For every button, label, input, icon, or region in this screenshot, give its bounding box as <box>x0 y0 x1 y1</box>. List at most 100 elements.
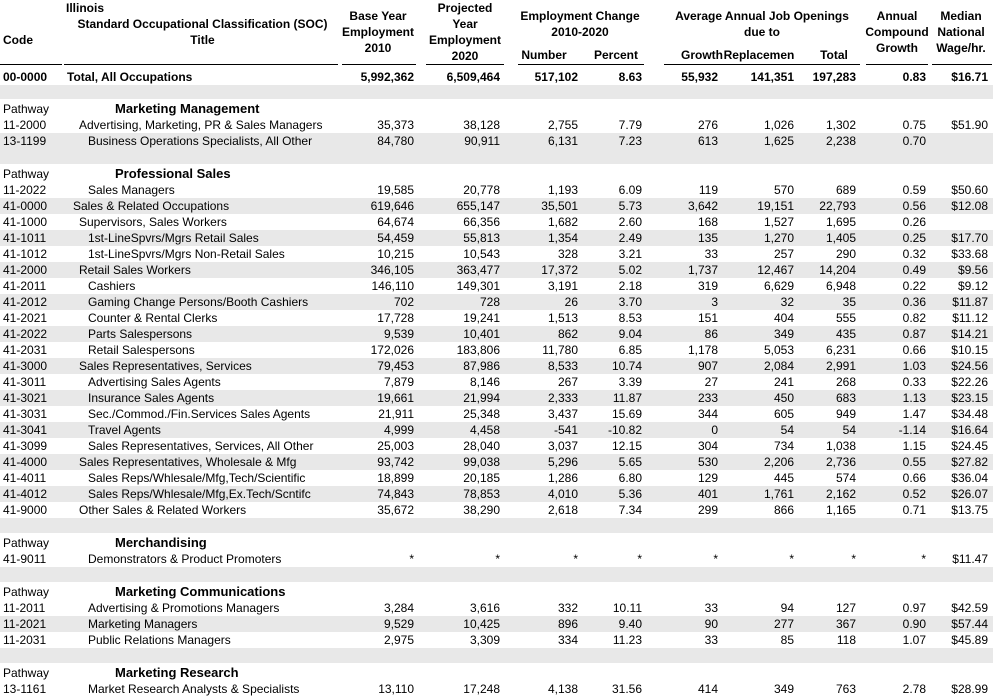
compound-growth-cell: 0.87 <box>902 327 926 341</box>
change-number-cell: -541 <box>553 423 578 437</box>
change-percent-cell: 2.60 <box>618 215 642 229</box>
code-cell: 41-9011 <box>3 552 47 566</box>
title-cell: Marketing Managers <box>88 617 198 631</box>
code-cell: 41-2012 <box>3 295 48 309</box>
header-employment-change: Employment Change 2010-2020 Number Perce… <box>520 9 640 62</box>
replacement-openings-cell: 141,351 <box>750 70 794 84</box>
replacement-openings-cell: 85 <box>780 633 794 647</box>
replacement-openings-cell: 445 <box>773 471 794 485</box>
code-cell: 41-3041 <box>3 423 48 437</box>
projected-employment-cell: 55,813 <box>463 231 500 245</box>
change-percent-cell: 15.69 <box>611 407 642 421</box>
code-cell: 41-9000 <box>3 503 48 517</box>
median-wage-cell: $50.60 <box>951 183 988 197</box>
base-employment-cell: 18,899 <box>377 471 414 485</box>
growth-openings-cell: * <box>713 552 718 566</box>
table-row: 41-3031 Sec./Commod./Fin.Services Sales A… <box>0 406 993 422</box>
title-cell: Gaming Change Persons/Booth Cashiers <box>88 295 309 309</box>
table-row: 41-2031 Retail Salespersons 172,026 183,806… <box>0 342 993 358</box>
base-employment-cell: 17,728 <box>377 311 414 325</box>
compound-growth-cell: 0.71 <box>902 503 926 517</box>
median-wage-cell: $12.08 <box>951 199 988 213</box>
title-cell: 1st-LineSpvrs/Mgrs Retail Sales <box>88 231 259 245</box>
title-cell: Retail Salespersons <box>88 343 195 357</box>
pathway-label: Pathway <box>3 102 50 116</box>
pathway-label: Pathway <box>3 666 50 680</box>
code-cell: 11-2031 <box>3 633 47 647</box>
change-number-cell: 334 <box>557 633 578 647</box>
base-employment-cell: 4,999 <box>383 423 414 437</box>
title-cell: Sales Reps/Whlesale/Mfg,Ex.Tech/Scntifc <box>88 487 311 501</box>
table-row: 41-9011 Demonstrators & Product Promoters… <box>0 551 993 567</box>
code-cell: 11-2022 <box>3 183 47 197</box>
base-employment-cell: 9,539 <box>383 327 414 341</box>
median-wage-cell <box>930 133 988 149</box>
title-cell: Total, All Occupations <box>67 70 193 84</box>
table-row: 41-4000 Sales Representatives, Wholesale … <box>0 454 993 470</box>
compound-growth-cell: 0.32 <box>902 247 926 261</box>
table-row: 41-3021 Insurance Sales Agents 19,661 21,99… <box>0 390 993 406</box>
code-cell: 41-2000 <box>3 263 48 277</box>
median-wage-cell: $11.87 <box>952 295 988 309</box>
growth-openings-cell: 276 <box>697 118 718 132</box>
base-employment-cell: 74,843 <box>377 487 414 501</box>
code-cell: 41-1000 <box>3 215 48 229</box>
change-number-cell: 5,296 <box>547 455 578 469</box>
total-openings-cell: 290 <box>835 247 856 261</box>
base-employment-cell: 10,215 <box>377 247 414 261</box>
base-employment-cell: 346,105 <box>370 263 414 277</box>
growth-openings-cell: 907 <box>697 359 718 373</box>
code-cell: 11-2011 <box>3 601 46 615</box>
section-spacer <box>0 149 993 164</box>
pathway-title: Professional Sales <box>115 166 231 181</box>
change-percent-cell: 3.39 <box>618 375 642 389</box>
table-row: 41-2022 Parts Salespersons 9,539 10,401 862 9… <box>0 326 993 342</box>
base-employment-cell: 13,110 <box>378 682 414 696</box>
title-cell: Other Sales & Related Workers <box>79 503 247 517</box>
projected-employment-cell: 4,458 <box>469 423 500 437</box>
change-number-cell: 35,501 <box>541 199 578 213</box>
change-number-cell: 896 <box>557 617 578 631</box>
replacement-openings-cell: 404 <box>773 311 794 325</box>
compound-growth-cell: 0.33 <box>902 375 926 389</box>
growth-openings-cell: 86 <box>704 327 718 341</box>
projected-employment-cell: 8,146 <box>469 375 500 389</box>
title-cell: Sales Representatives, Services <box>79 359 252 373</box>
replacement-openings-cell: 605 <box>773 407 794 421</box>
total-openings-cell: 6,948 <box>825 279 856 293</box>
header-base-year: Base Year Employment 2010 <box>341 9 414 55</box>
total-openings-cell: 1,165 <box>825 503 856 517</box>
replacement-openings-cell: 450 <box>773 391 794 405</box>
section-header-row: Pathway Merchandising <box>0 535 993 551</box>
change-percent-cell: 9.40 <box>618 617 642 631</box>
code-cell: 41-3099 <box>3 439 48 453</box>
base-employment-cell: 3,284 <box>383 601 414 615</box>
table-row: 41-0000 Sales & Related Occupations 619,64… <box>0 198 993 214</box>
median-wage-cell: $17.70 <box>951 231 988 245</box>
base-employment-cell: 702 <box>393 295 414 309</box>
header-median-wage: Median National Wage/hr. <box>936 9 986 55</box>
projected-employment-cell: 90,911 <box>464 134 500 148</box>
title-cell: Sales & Related Occupations <box>73 199 230 213</box>
growth-openings-cell: 0 <box>711 423 718 437</box>
table-row: 11-2022 Sales Managers 19,585 20,778 1,193 6.… <box>0 182 993 198</box>
growth-openings-cell: 27 <box>704 375 718 389</box>
compound-growth-cell: 0.22 <box>902 279 926 293</box>
growth-openings-cell: 33 <box>704 633 718 647</box>
title-cell: Advertising, Marketing, PR & Sales Manag… <box>79 118 323 132</box>
table-row: 13-1161 Market Research Analysts & Specia… <box>0 681 993 697</box>
projected-employment-cell: 149,301 <box>456 279 500 293</box>
replacement-openings-cell: 866 <box>773 503 794 517</box>
pathway-title: Marketing Communications <box>115 584 286 599</box>
change-number-cell: 3,191 <box>547 279 578 293</box>
compound-growth-cell: 0.66 <box>902 343 926 357</box>
title-cell: 1st-LineSpvrs/Mgrs Non-Retail Sales <box>88 247 285 261</box>
replacement-openings-cell: 241 <box>773 375 794 389</box>
compound-growth-cell: 0.82 <box>902 311 926 325</box>
median-wage-cell: $23.15 <box>951 391 988 405</box>
growth-openings-cell: 3 <box>711 295 718 309</box>
median-wage-cell: $36.04 <box>951 471 988 485</box>
projected-employment-cell: 10,401 <box>463 327 500 341</box>
total-openings-cell: 2,162 <box>825 487 856 501</box>
change-number-cell: 2,618 <box>547 503 578 517</box>
